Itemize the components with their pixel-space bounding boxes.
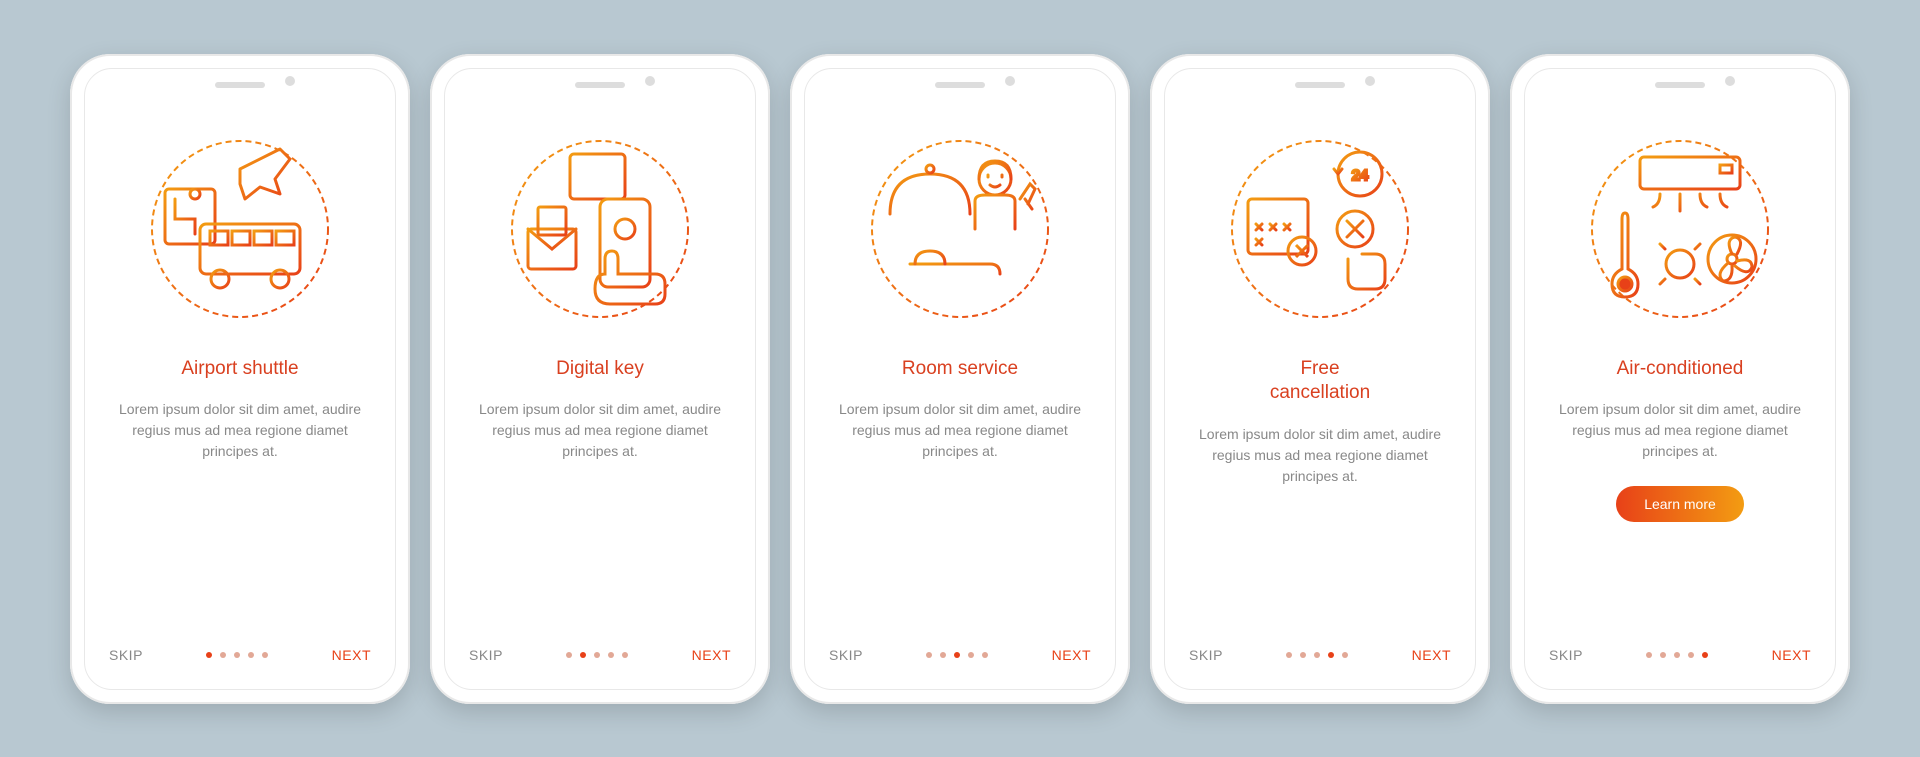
dot	[1328, 652, 1334, 658]
footer-nav: SKIP NEXT	[469, 647, 731, 663]
dot	[248, 652, 254, 658]
phone-frame: Room service Lorem ipsum dolor sit dim a…	[790, 54, 1130, 704]
dot	[622, 652, 628, 658]
next-button[interactable]: NEXT	[1412, 647, 1451, 663]
room-service-icon	[860, 129, 1060, 329]
next-button[interactable]: NEXT	[1772, 647, 1811, 663]
skip-button[interactable]: SKIP	[1549, 647, 1583, 663]
skip-button[interactable]: SKIP	[1189, 647, 1223, 663]
dot	[940, 652, 946, 658]
footer-nav: SKIP NEXT	[1549, 647, 1811, 663]
phone-frame: 24	[1150, 54, 1490, 704]
next-button[interactable]: NEXT	[692, 647, 731, 663]
dot	[954, 652, 960, 658]
next-button[interactable]: NEXT	[332, 647, 371, 663]
footer-nav: SKIP NEXT	[1189, 647, 1451, 663]
dot	[234, 652, 240, 658]
screen-title: Air-conditioned	[1617, 357, 1744, 382]
screen-title: Digital key	[556, 357, 644, 382]
onboarding-screen-5: Air-conditioned Lorem ipsum dolor sit di…	[1524, 68, 1836, 690]
dot	[566, 652, 572, 658]
dot	[580, 652, 586, 658]
dot	[926, 652, 932, 658]
dot	[1646, 652, 1652, 658]
dot	[206, 652, 212, 658]
screen-description: Lorem ipsum dolor sit dim amet, audire r…	[109, 399, 371, 462]
digital-key-icon	[500, 129, 700, 329]
dot	[1674, 652, 1680, 658]
dot	[982, 652, 988, 658]
dot	[220, 652, 226, 658]
phone-frame: Air-conditioned Lorem ipsum dolor sit di…	[1510, 54, 1850, 704]
onboarding-screen-4: 24	[1164, 68, 1476, 690]
airport-shuttle-icon	[140, 129, 340, 329]
skip-button[interactable]: SKIP	[469, 647, 503, 663]
free-cancellation-icon: 24	[1220, 129, 1420, 329]
page-indicator	[1286, 652, 1348, 658]
dot	[608, 652, 614, 658]
onboarding-screen-2: Digital key Lorem ipsum dolor sit dim am…	[444, 68, 756, 690]
dot	[1286, 652, 1292, 658]
air-conditioned-icon	[1580, 129, 1780, 329]
dot	[1660, 652, 1666, 658]
screen-description: Lorem ipsum dolor sit dim amet, audire r…	[469, 399, 731, 462]
skip-button[interactable]: SKIP	[109, 647, 143, 663]
dot	[1688, 652, 1694, 658]
page-indicator	[926, 652, 988, 658]
skip-button[interactable]: SKIP	[829, 647, 863, 663]
dot	[1300, 652, 1306, 658]
screen-title: Airport shuttle	[181, 357, 298, 382]
screen-title: Room service	[902, 357, 1018, 382]
phone-frame: Digital key Lorem ipsum dolor sit dim am…	[430, 54, 770, 704]
footer-nav: SKIP NEXT	[109, 647, 371, 663]
svg-text:24: 24	[1352, 167, 1369, 184]
next-button[interactable]: NEXT	[1052, 647, 1091, 663]
dot	[262, 652, 268, 658]
dot	[1702, 652, 1708, 658]
screen-title: Freecancellation	[1270, 357, 1370, 406]
page-indicator	[1646, 652, 1708, 658]
page-indicator	[566, 652, 628, 658]
footer-nav: SKIP NEXT	[829, 647, 1091, 663]
page-indicator	[206, 652, 268, 658]
phone-frame: Airport shuttle Lorem ipsum dolor sit di…	[70, 54, 410, 704]
dot	[968, 652, 974, 658]
phones-row: Airport shuttle Lorem ipsum dolor sit di…	[70, 54, 1850, 704]
screen-description: Lorem ipsum dolor sit dim amet, audire r…	[829, 399, 1091, 462]
dot	[1342, 652, 1348, 658]
dot	[594, 652, 600, 658]
screen-description: Lorem ipsum dolor sit dim amet, audire r…	[1189, 424, 1451, 487]
learn-more-button[interactable]: Learn more	[1616, 486, 1744, 522]
screen-description: Lorem ipsum dolor sit dim amet, audire r…	[1549, 399, 1811, 462]
onboarding-screen-1: Airport shuttle Lorem ipsum dolor sit di…	[84, 68, 396, 690]
dot	[1314, 652, 1320, 658]
onboarding-screen-3: Room service Lorem ipsum dolor sit dim a…	[804, 68, 1116, 690]
